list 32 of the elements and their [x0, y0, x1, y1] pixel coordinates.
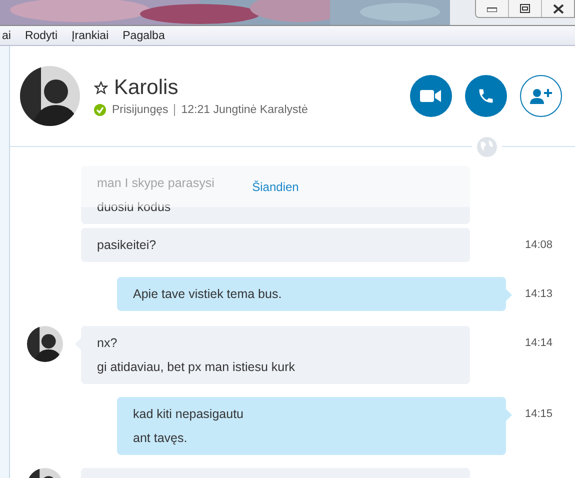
restore-icon	[520, 4, 530, 13]
message-text: gi atidaviau, bet px man istiesu kurk	[97, 359, 296, 376]
status-icon	[94, 104, 106, 116]
message-text: pasikeitei?	[97, 237, 156, 254]
add-contact-button[interactable]	[520, 75, 562, 117]
date-divider: Šiandien	[252, 180, 299, 194]
close-icon	[552, 4, 564, 14]
video-camera-icon	[420, 89, 442, 103]
add-person-icon	[530, 88, 552, 104]
local-time: 12:21 Jungtinė Karalystė	[181, 104, 308, 116]
menu-item[interactable]: Įrankiai	[72, 30, 109, 42]
call-button[interactable]	[465, 75, 507, 117]
message-text: ant tavęs.	[133, 430, 188, 447]
message-text: nx?	[97, 335, 118, 352]
video-call-button[interactable]	[410, 75, 452, 117]
menu-item[interactable]: Pagalba	[122, 30, 165, 42]
avatar	[27, 326, 63, 362]
status-text: Prisijungęs	[112, 104, 168, 116]
minimize-icon	[487, 6, 497, 12]
message-time: 14:08	[525, 239, 553, 251]
message-text: Apie tave vistiek tema bus.	[133, 286, 282, 303]
contact-name: Karolis	[114, 76, 178, 100]
star-icon[interactable]	[94, 81, 108, 95]
message-text: kad kiti nepasigautu	[133, 406, 244, 423]
phone-icon	[477, 87, 495, 105]
message-time: 14:15	[525, 408, 553, 420]
menu-item[interactable]: Rodyti	[24, 30, 58, 42]
menu-item[interactable]: ai	[2, 30, 11, 42]
message-text: man I skype parasysi	[97, 175, 214, 192]
message-time: 14:14	[525, 337, 553, 349]
message-text: duosiu kodus	[97, 199, 171, 216]
message-time: 14:13	[525, 288, 553, 300]
